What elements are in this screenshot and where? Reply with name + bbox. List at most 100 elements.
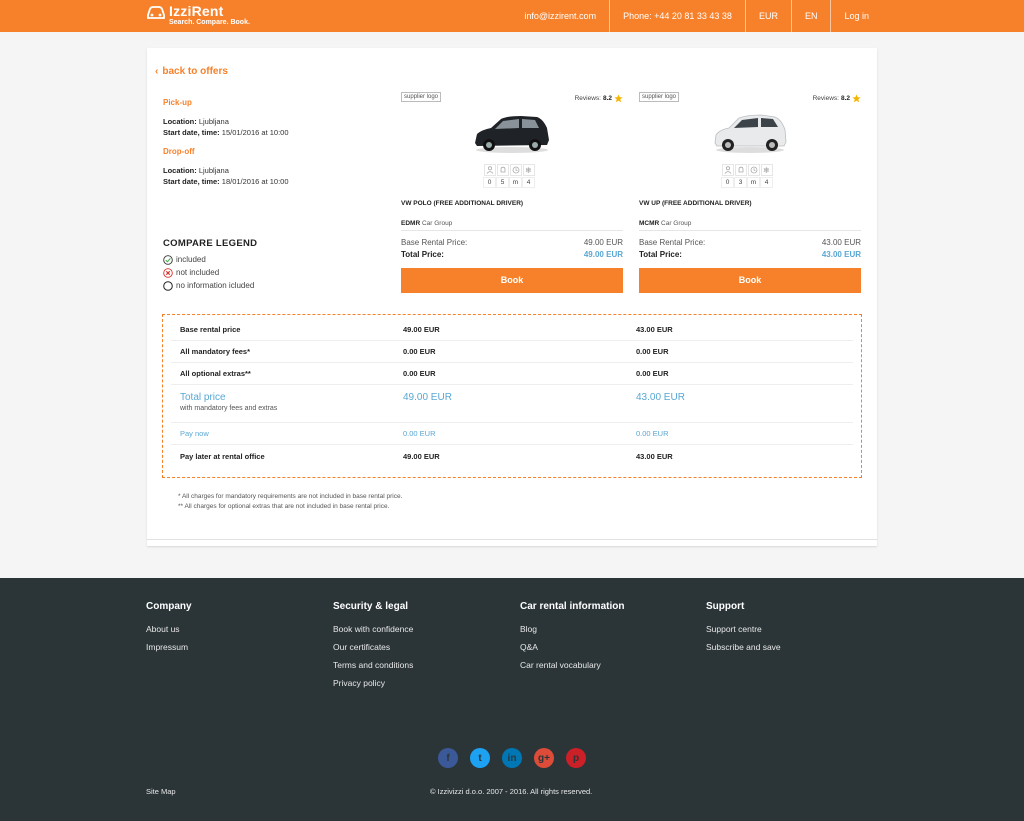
cross-circle-icon bbox=[163, 267, 173, 278]
car-group: EDMR Car Group bbox=[401, 220, 623, 231]
base-price-row: Base Rental Price: 49.00 EUR bbox=[401, 238, 623, 247]
base-price-row: Base Rental Price: 43.00 EUR bbox=[639, 238, 861, 247]
dropoff-date: Start date, time: 18/01/2016 at 10:00 bbox=[163, 177, 289, 186]
table-row: All optional extras** 0.00 EUR 0.00 EUR bbox=[171, 363, 853, 385]
table-row-pay-now: Pay now 0.00 EUR 0.00 EUR bbox=[171, 423, 853, 445]
chevron-left-icon: ‹ bbox=[155, 66, 159, 77]
book-button[interactable]: Book bbox=[401, 268, 623, 293]
clock-icon bbox=[747, 164, 760, 176]
logo[interactable]: IzziRent Search. Compare. Book. bbox=[146, 4, 250, 28]
check-circle-icon bbox=[163, 254, 173, 265]
top-nav: info@izzirent.com Phone: +44 20 81 33 43… bbox=[511, 0, 1024, 32]
footer-link[interactable]: Privacy policy bbox=[333, 678, 413, 696]
footnote: * All charges for mandatory requirements… bbox=[178, 493, 403, 500]
copyright: © Izzivizzi d.o.o. 2007 - 2016. All righ… bbox=[430, 787, 593, 796]
feature-doors: 3 bbox=[734, 164, 747, 188]
footer-link[interactable]: Subscribe and save bbox=[706, 642, 781, 660]
footer-link[interactable]: Support centre bbox=[706, 624, 781, 642]
twitter-icon[interactable]: t bbox=[470, 748, 490, 768]
email-link[interactable]: info@izzirent.com bbox=[511, 0, 609, 32]
facebook-icon[interactable]: f bbox=[438, 748, 458, 768]
bell-icon bbox=[496, 164, 509, 176]
footer-column-support: Support Support centre Subscribe and sav… bbox=[706, 601, 781, 660]
pickup-title: Pick-up bbox=[163, 98, 192, 107]
back-to-offers-link[interactable]: ‹ back to offers bbox=[155, 66, 232, 77]
legend-title: COMPARE LEGEND bbox=[163, 238, 258, 249]
language-selector[interactable]: EN bbox=[790, 0, 831, 32]
social-links: f t in g+ p bbox=[438, 748, 598, 768]
reviews: Reviews: 8.2 bbox=[813, 94, 861, 103]
total-price-row: Total Price: 43.00 EUR bbox=[639, 250, 861, 259]
linkedin-icon[interactable]: in bbox=[502, 748, 522, 768]
table-row: All mandatory fees* 0.00 EUR 0.00 EUR bbox=[171, 341, 853, 363]
top-bar: IzziRent Search. Compare. Book. info@izz… bbox=[0, 0, 1024, 32]
price-comparison-table: Base rental price 49.00 EUR 43.00 EUR All … bbox=[162, 314, 862, 478]
pickup-date: Start date, time: 15/01/2016 at 10:00 bbox=[163, 128, 289, 137]
person-icon bbox=[483, 164, 496, 176]
star-icon bbox=[852, 94, 861, 103]
car-name: VW POLO (FREE ADDITIONAL DRIVER) bbox=[401, 200, 524, 207]
feature-mileage: 0 bbox=[721, 164, 734, 188]
brand-tagline: Search. Compare. Book. bbox=[169, 19, 250, 26]
person-icon bbox=[721, 164, 734, 176]
footer-link[interactable]: Terms and conditions bbox=[333, 660, 413, 678]
car-image bbox=[714, 114, 787, 153]
legend-not-included: not included bbox=[163, 266, 257, 279]
table-row: Base rental price 49.00 EUR 43.00 EUR bbox=[171, 319, 853, 341]
feature-transmission: m bbox=[509, 164, 522, 188]
footer-link[interactable]: Our certificates bbox=[333, 642, 413, 660]
dropoff-title: Drop-off bbox=[163, 147, 195, 156]
snowflake-icon: ❄ bbox=[760, 164, 773, 176]
footer-link[interactable]: Car rental vocabulary bbox=[520, 660, 624, 678]
footer-link[interactable]: Book with confidence bbox=[333, 624, 413, 642]
rental-info: Pick-up Location: Ljubljana Start date, … bbox=[163, 98, 383, 187]
sitemap-link[interactable]: Site Map bbox=[146, 787, 176, 796]
feature-ac: ❄ 4 bbox=[522, 164, 535, 188]
feature-ac: ❄ 4 bbox=[760, 164, 773, 188]
compare-legend: COMPARE LEGEND included not included no … bbox=[163, 238, 257, 292]
feature-transmission: m bbox=[747, 164, 760, 188]
book-button[interactable]: Book bbox=[639, 268, 861, 293]
footnotes: * All charges for mandatory requirements… bbox=[178, 492, 402, 512]
divider bbox=[147, 539, 877, 540]
footer-column-company: Company About us Impressum bbox=[146, 601, 192, 660]
car-features: 0 3 m ❄ 4 bbox=[721, 164, 773, 188]
dropoff-location: Location: Ljubljana bbox=[163, 166, 229, 175]
feature-doors: 5 bbox=[496, 164, 509, 188]
total-price-row: Total Price: 49.00 EUR bbox=[401, 250, 623, 259]
car-group: MCMR Car Group bbox=[639, 220, 861, 231]
legend-no-info: no information icluded bbox=[163, 279, 257, 292]
car-name: VW UP (FREE ADDITIONAL DRIVER) bbox=[639, 200, 752, 207]
legend-included: included bbox=[163, 253, 257, 266]
footer-column-car-rental: Car rental information Blog Q&A Car rent… bbox=[520, 601, 624, 678]
currency-selector[interactable]: EUR bbox=[744, 0, 791, 32]
car-image bbox=[475, 116, 549, 153]
supplier-logo: supplier logo bbox=[639, 92, 680, 102]
table-row: Pay later at rental office 49.00 EUR 43.00… bbox=[180, 451, 673, 461]
footnote: ** All charges for optional extras that … bbox=[178, 503, 390, 510]
car-features: 0 5 m ❄ 4 bbox=[483, 164, 535, 188]
login-link[interactable]: Log in bbox=[830, 0, 1024, 32]
pickup-location: Location: Ljubljana bbox=[163, 117, 229, 126]
snowflake-icon: ❄ bbox=[522, 164, 535, 176]
star-icon bbox=[614, 94, 623, 103]
supplier-logo: supplier logo bbox=[401, 92, 442, 102]
car-logo-icon bbox=[147, 6, 165, 19]
compare-card: ‹ back to offers Pick-up Location: Ljublj… bbox=[147, 48, 877, 546]
feature-mileage: 0 bbox=[483, 164, 496, 188]
phone-link[interactable]: Phone: +44 20 81 33 43 38 bbox=[609, 0, 745, 32]
footer-link[interactable]: Q&A bbox=[520, 642, 624, 660]
bell-icon bbox=[734, 164, 747, 176]
footer: Company About us Impressum Security & le… bbox=[0, 578, 1024, 821]
footer-link[interactable]: About us bbox=[146, 624, 192, 642]
google-plus-icon[interactable]: g+ bbox=[534, 748, 554, 768]
brand-name: IzziRent bbox=[169, 3, 224, 19]
table-row-total: Total price with mandatory fees and extra… bbox=[171, 385, 853, 423]
reviews: Reviews: 8.2 bbox=[575, 94, 623, 103]
footer-column-security: Security & legal Book with confidence Ou… bbox=[333, 601, 413, 696]
empty-circle-icon bbox=[163, 280, 173, 291]
footer-link[interactable]: Blog bbox=[520, 624, 624, 642]
pinterest-icon[interactable]: p bbox=[566, 748, 586, 768]
clock-icon bbox=[509, 164, 522, 176]
footer-link[interactable]: Impressum bbox=[146, 642, 192, 660]
